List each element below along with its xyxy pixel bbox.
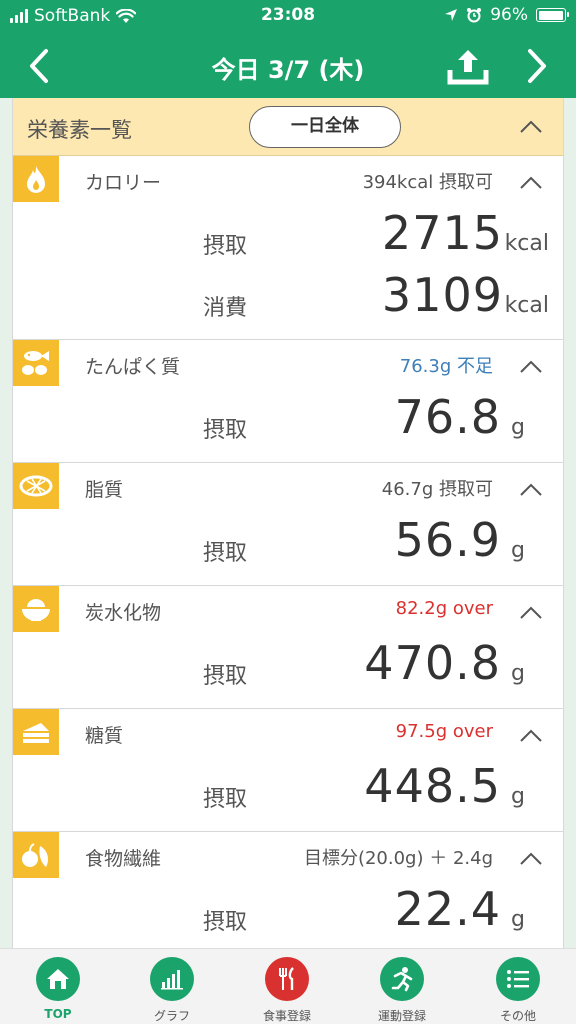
row-value: 448.5 [364, 759, 501, 813]
row-unit: g [511, 415, 525, 440]
intake-row: 摂取 56.9 g [13, 513, 563, 575]
chevron-up-icon[interactable] [519, 120, 543, 134]
section-header[interactable]: 食物繊維 目標分(20.0g) ＋ 2.4g [13, 832, 563, 882]
row-value: 470.8 [364, 636, 501, 690]
tab-meal-log[interactable]: 食事登録 [237, 957, 337, 1024]
summary-header: 栄養素一覧 一日全体 [13, 98, 563, 156]
chevron-up-icon[interactable] [519, 729, 543, 743]
section-status: 目標分(20.0g) ＋ 2.4g [303, 848, 493, 869]
battery-icon [536, 8, 569, 22]
section-fiber: 食物繊維 目標分(20.0g) ＋ 2.4g 摂取 22.4 g [13, 832, 563, 948]
row-unit: kcal [504, 293, 549, 318]
battery-fill [538, 10, 563, 20]
chevron-up-icon[interactable] [519, 176, 543, 190]
row-label: 消費 [203, 296, 248, 321]
tab-label: 食事登録 [262, 1009, 311, 1023]
row-label: 摂取 [203, 664, 248, 689]
whole-day-toggle[interactable]: 一日全体 [249, 106, 401, 148]
intake-row: 摂取 448.5 g [13, 759, 563, 821]
section-name: たんぱく質 [85, 356, 181, 378]
section-status: 394kcal 摂取可 [362, 172, 493, 193]
runner-icon [380, 957, 424, 1001]
list-icon [496, 957, 540, 1001]
intake-row: 摂取 2715 kcal [13, 206, 563, 268]
row-value: 3109 [381, 268, 503, 322]
row-unit: g [511, 661, 525, 686]
home-icon [36, 957, 80, 1001]
alarm-icon [467, 8, 482, 23]
section-calorie: カロリー 394kcal 摂取可 摂取 2715 kcal 消費 3109 kc… [13, 156, 563, 340]
fork-knife-icon [265, 957, 309, 1001]
battery-percent: 96% [490, 5, 528, 25]
row-value: 22.4 [394, 882, 501, 936]
section-header[interactable]: 糖質 97.5g over [13, 709, 563, 759]
intake-row: 摂取 22.4 g [13, 882, 563, 944]
tab-label: TOP [44, 1007, 72, 1021]
tab-exercise-log[interactable]: 運動登録 [352, 957, 452, 1024]
share-icon[interactable] [446, 46, 490, 86]
section-name: 脂質 [85, 479, 124, 501]
status-right: 96% [444, 5, 569, 25]
row-unit: kcal [504, 231, 549, 256]
section-status: 46.7g 摂取可 [381, 479, 493, 500]
section-protein: たんぱく質 76.3g 不足 摂取 76.8 g [13, 340, 563, 463]
status-bar: SoftBank 23:08 96% [0, 0, 576, 32]
bar-chart-icon [150, 957, 194, 1001]
tab-label: グラフ [153, 1009, 190, 1023]
section-status: 76.3g 不足 [399, 356, 493, 377]
tab-label: 運動登録 [377, 1009, 426, 1023]
row-label: 摂取 [203, 418, 248, 443]
chevron-up-icon[interactable] [519, 852, 543, 866]
nutrient-panel: 栄養素一覧 一日全体 カロリー 394kcal 摂取可 摂取 2715 kcal… [12, 98, 564, 948]
row-value: 56.9 [394, 513, 501, 567]
intake-row: 摂取 470.8 g [13, 636, 563, 698]
fruit-veggie-icon [13, 832, 59, 878]
top-bar: SoftBank 23:08 96% 今日 3/7 (木) [0, 0, 576, 98]
section-status: 97.5g over [395, 721, 493, 742]
burned-row: 消費 3109 kcal [13, 268, 563, 330]
tab-label: その他 [499, 1009, 536, 1023]
row-label: 摂取 [203, 787, 248, 812]
tab-other[interactable]: その他 [468, 957, 568, 1024]
section-header[interactable]: カロリー 394kcal 摂取可 [13, 156, 563, 206]
section-header[interactable]: 脂質 46.7g 摂取可 [13, 463, 563, 513]
chevron-right-icon[interactable] [522, 48, 552, 84]
summary-label: 栄養素一覧 [27, 118, 132, 142]
chevron-up-icon[interactable] [519, 483, 543, 497]
location-icon [445, 9, 458, 21]
tab-top[interactable]: TOP [8, 957, 108, 1021]
fat-icon [13, 463, 59, 509]
section-name: 炭水化物 [85, 602, 162, 624]
tab-graph[interactable]: グラフ [122, 957, 222, 1024]
row-value: 76.8 [394, 390, 501, 444]
section-status: 82.2g over [395, 598, 493, 619]
section-carbs: 炭水化物 82.2g over 摂取 470.8 g [13, 586, 563, 709]
tab-bar: TOP グラフ 食事登録 運動登録 その他 [0, 948, 576, 1024]
nav-bar: 今日 3/7 (木) [0, 34, 576, 98]
section-name: 食物繊維 [85, 848, 162, 870]
row-unit: g [511, 907, 525, 932]
cake-icon [13, 709, 59, 755]
row-value: 2715 [381, 206, 503, 260]
section-header[interactable]: 炭水化物 82.2g over [13, 586, 563, 636]
chevron-up-icon[interactable] [519, 606, 543, 620]
section-sugar: 糖質 97.5g over 摂取 448.5 g [13, 709, 563, 832]
row-label: 摂取 [203, 541, 248, 566]
intake-row: 摂取 76.8 g [13, 390, 563, 452]
row-label: 摂取 [203, 234, 248, 259]
section-name: 糖質 [85, 725, 124, 747]
row-unit: g [511, 538, 525, 563]
section-header[interactable]: たんぱく質 76.3g 不足 [13, 340, 563, 390]
section-fat: 脂質 46.7g 摂取可 摂取 56.9 g [13, 463, 563, 586]
row-label: 摂取 [203, 910, 248, 935]
protein-food-icon [13, 340, 59, 386]
section-name: カロリー [85, 172, 162, 194]
rice-bowl-icon [13, 586, 59, 632]
flame-icon [13, 156, 59, 202]
chevron-up-icon[interactable] [519, 360, 543, 374]
row-unit: g [511, 784, 525, 809]
